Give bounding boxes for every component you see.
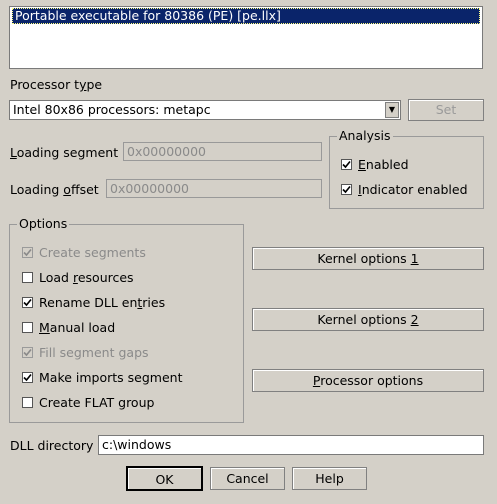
make-imports-segment-checkbox[interactable]: Make imports segment (22, 370, 183, 385)
set-processor-button[interactable]: Set (408, 99, 484, 121)
checkbox-checked-icon[interactable] (22, 247, 33, 258)
loading-segment-label: Loading segment (10, 145, 119, 160)
create-flat-group-checkbox[interactable]: Create FLAT group (22, 395, 154, 410)
loading-offset-label: Loading offset (10, 182, 99, 197)
create-flat-group-label: Create FLAT group (39, 395, 155, 410)
dropdown-arrow-icon[interactable]: ▼ (385, 102, 399, 118)
create-segments-checkbox[interactable]: Create segments (22, 245, 146, 260)
make-imports-segment-label: Make imports segment (39, 370, 183, 385)
manual-load-checkbox[interactable]: Manual load (22, 320, 115, 335)
loader-format-item-selected[interactable]: Portable executable for 80386 (PE) [pe.l… (12, 8, 480, 24)
kernel-options-2-button[interactable]: Kernel options 2 (252, 308, 484, 331)
indicator-enabled-checkbox[interactable]: Indicator enabled (341, 182, 468, 197)
help-button[interactable]: Help (292, 467, 367, 490)
dll-directory-label: DLL directory (10, 438, 94, 453)
analysis-group (329, 136, 484, 209)
fill-segment-gaps-checkbox[interactable]: Fill segment gaps (22, 345, 149, 360)
checkbox-unchecked-icon[interactable] (22, 397, 33, 408)
analysis-group-title: Analysis (337, 128, 393, 143)
checkbox-checked-icon[interactable] (341, 159, 352, 170)
ok-button[interactable]: OK (126, 466, 203, 491)
options-group-title: Options (17, 216, 70, 231)
processor-type-select[interactable]: Intel 80x86 processors: metapc ▼ (9, 100, 401, 120)
processor-type-label: Processor type (10, 77, 103, 92)
kernel-options-1-button[interactable]: Kernel options 1 (252, 247, 484, 270)
checkbox-unchecked-icon[interactable] (22, 322, 33, 333)
rename-dll-entries-label: Rename DLL entries (39, 295, 166, 310)
fill-segment-gaps-label: Fill segment gaps (39, 345, 149, 360)
analysis-enabled-label: Enabled (358, 157, 409, 172)
cancel-button[interactable]: Cancel (210, 467, 285, 490)
processor-options-button[interactable]: Processor options (252, 369, 484, 392)
loader-format-list[interactable]: Portable executable for 80386 (PE) [pe.l… (9, 6, 483, 69)
load-resources-label: Load resources (39, 270, 134, 285)
processor-type-value: Intel 80x86 processors: metapc (13, 102, 211, 117)
checkbox-checked-icon[interactable] (341, 184, 352, 195)
manual-load-label: Manual load (39, 320, 116, 335)
loading-segment-field[interactable]: 0x00000000 (123, 142, 322, 161)
dll-directory-input[interactable]: c:\windows (98, 435, 484, 455)
analysis-enabled-checkbox[interactable]: Enabled (341, 157, 409, 172)
checkbox-checked-icon[interactable] (22, 372, 33, 383)
loading-offset-field[interactable]: 0x00000000 (106, 179, 322, 198)
checkbox-checked-icon[interactable] (22, 297, 33, 308)
create-segments-label: Create segments (39, 245, 146, 260)
checkbox-checked-icon[interactable] (22, 347, 33, 358)
rename-dll-entries-checkbox[interactable]: Rename DLL entries (22, 295, 165, 310)
checkbox-unchecked-icon[interactable] (22, 272, 33, 283)
load-resources-checkbox[interactable]: Load resources (22, 270, 134, 285)
indicator-enabled-label: Indicator enabled (358, 182, 468, 197)
